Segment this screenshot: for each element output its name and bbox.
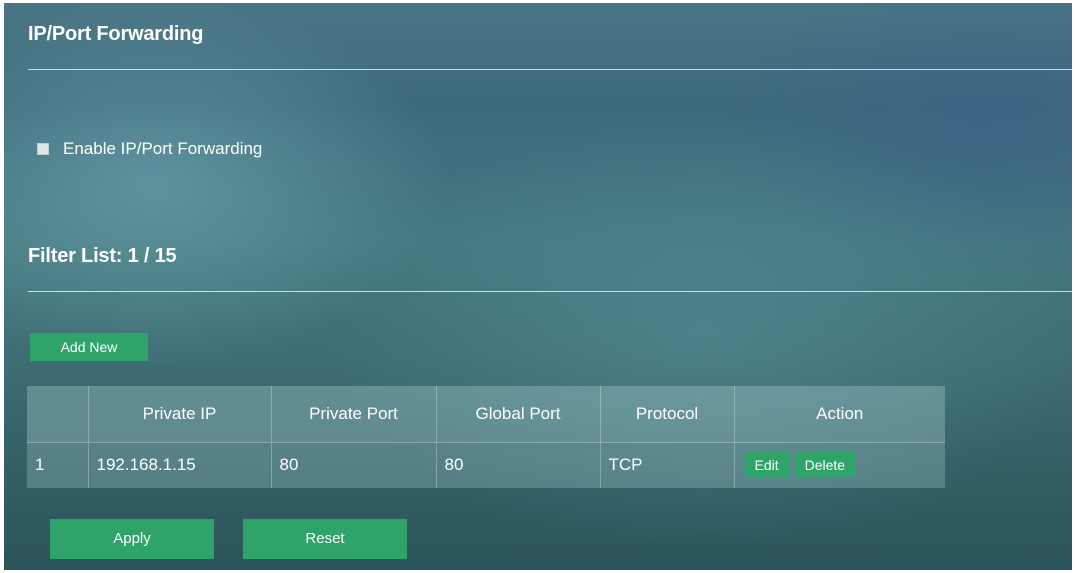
row-private-ip: 192.168.1.15 [88, 441, 272, 488]
column-header-private-ip: Private IP [88, 386, 272, 442]
row-global-port: 80 [436, 441, 601, 488]
column-header-protocol: Protocol [600, 386, 735, 442]
row-protocol: TCP [600, 441, 735, 488]
enable-forwarding-row[interactable]: Enable IP/Port Forwarding [37, 139, 262, 159]
settings-panel: IP/Port Forwarding Enable IP/Port Forwar… [4, 3, 1072, 570]
column-header-number [27, 386, 89, 442]
edit-button[interactable]: Edit [744, 452, 789, 479]
enable-forwarding-label[interactable]: Enable IP/Port Forwarding [63, 139, 262, 159]
column-header-global-port: Global Port [436, 386, 601, 442]
reset-button[interactable]: Reset [243, 519, 407, 559]
title-divider [28, 69, 1072, 70]
column-header-private-port: Private Port [271, 386, 437, 442]
column-header-action: Action [734, 386, 945, 442]
table-row: 1 192.168.1.15 80 80 TCP Edit Delete [27, 441, 945, 488]
row-number: 1 [27, 441, 89, 488]
row-private-port: 80 [271, 441, 437, 488]
add-new-button[interactable]: Add New [30, 333, 148, 361]
enable-forwarding-checkbox[interactable] [37, 143, 49, 155]
table-header-row: Private IP Private Port Global Port Prot… [27, 386, 945, 442]
forwarding-rules-table: Private IP Private Port Global Port Prot… [27, 386, 945, 488]
page-title: IP/Port Forwarding [28, 23, 204, 45]
apply-button[interactable]: Apply [50, 519, 214, 559]
filter-list-divider [28, 291, 1072, 292]
row-actions: Edit Delete [734, 441, 945, 488]
filter-list-title: Filter List: 1 / 15 [28, 245, 177, 267]
delete-button[interactable]: Delete [794, 452, 856, 479]
